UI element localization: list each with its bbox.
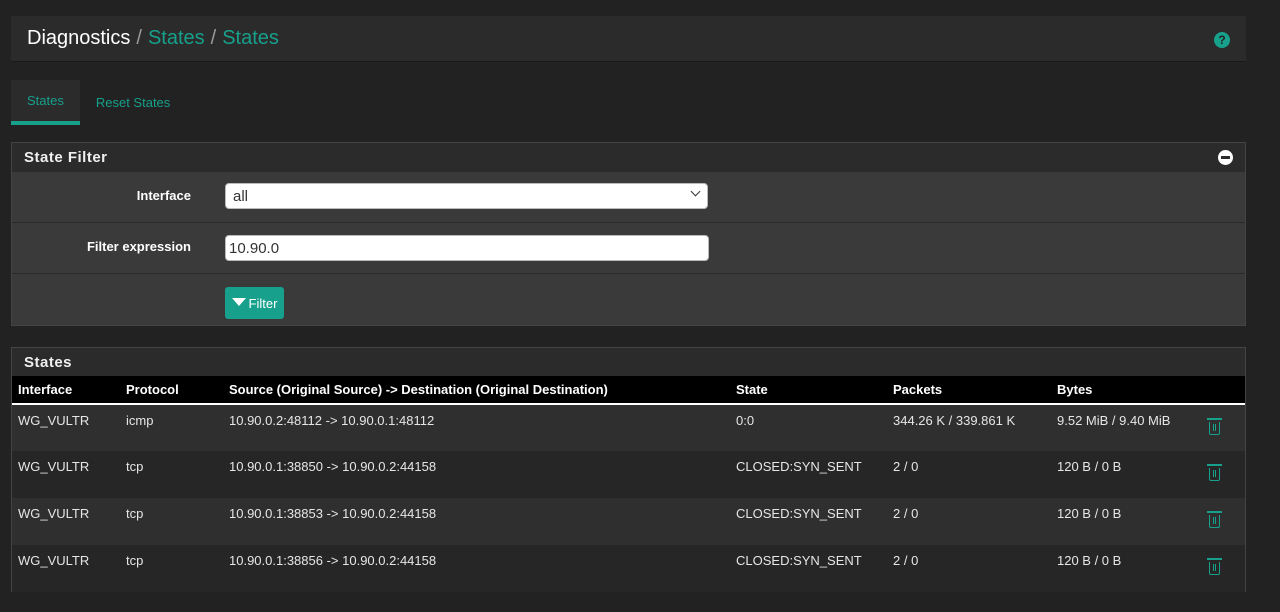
cell-state: CLOSED:SYN_SENT [730, 451, 887, 498]
state-filter-title: State Filter [12, 143, 1245, 171]
states-table: Interface Protocol Source (Original Sour… [12, 376, 1245, 592]
cell-packets: 2 / 0 [887, 545, 1051, 592]
filter-button-label: Filter [248, 295, 278, 311]
cell-bytes: 9.52 MiB / 9.40 MiB [1051, 404, 1201, 451]
chevron-down-icon [690, 186, 701, 197]
trash-icon[interactable] [1207, 418, 1222, 435]
tab-states[interactable]: States [11, 80, 80, 125]
table-header-row: Interface Protocol Source (Original Sour… [12, 376, 1245, 405]
table-row: WG_VULTR tcp 10.90.0.1:38853 -> 10.90.0.… [12, 498, 1245, 545]
interface-select-value: all [233, 188, 249, 205]
cell-packets: 344.26 K / 339.861 K [887, 404, 1051, 451]
states-panel: States Interface Protocol Source (Origin… [11, 347, 1246, 592]
cell-protocol: tcp [120, 451, 223, 498]
help-icon[interactable]: ? [1214, 32, 1230, 48]
breadcrumb-link-states-current[interactable]: States [222, 27, 279, 50]
funnel-icon [231, 298, 246, 306]
column-header-actions [1201, 376, 1245, 405]
column-header[interactable]: Bytes [1051, 376, 1201, 405]
cell-state: 0:0 [730, 404, 887, 451]
cell-bytes: 120 B / 0 B [1051, 498, 1201, 545]
cell-packets: 2 / 0 [887, 451, 1051, 498]
cell-protocol: tcp [120, 545, 223, 592]
column-header[interactable]: Protocol [120, 376, 223, 405]
interface-label: Interface [136, 188, 191, 203]
cell-interface: WG_VULTR [12, 451, 120, 498]
breadcrumb-separator: / [210, 27, 217, 49]
breadcrumb-separator: / [136, 27, 142, 49]
cell-state: CLOSED:SYN_SENT [730, 498, 887, 545]
cell-bytes: 120 B / 0 B [1051, 451, 1201, 498]
cell-interface: WG_VULTR [12, 498, 120, 545]
cell-actions [1201, 451, 1245, 498]
cell-actions [1201, 545, 1245, 592]
column-header[interactable]: Interface [12, 376, 120, 405]
cell-route: 10.90.0.1:38853 -> 10.90.0.2:44158 [223, 498, 730, 545]
states-panel-title: States [12, 348, 1245, 376]
tab-reset-states[interactable]: Reset States [80, 80, 186, 124]
tab-bar: States Reset States [11, 80, 186, 126]
table-row: WG_VULTR tcp 10.90.0.1:38856 -> 10.90.0.… [12, 545, 1245, 592]
filter-button-row: Filter [12, 273, 1245, 325]
cell-route: 10.90.0.1:38856 -> 10.90.0.2:44158 [223, 545, 730, 592]
trash-icon[interactable] [1207, 558, 1222, 575]
filter-expression-row: Filter expression 10.90.0 [12, 222, 1245, 273]
cell-route: 10.90.0.2:48112 -> 10.90.0.1:48112 [223, 404, 730, 451]
interface-select[interactable]: all [225, 183, 708, 209]
trash-icon[interactable] [1207, 511, 1222, 528]
cell-bytes: 120 B / 0 B [1051, 545, 1201, 592]
breadcrumb-link-states[interactable]: States [148, 27, 205, 50]
cell-interface: WG_VULTR [12, 545, 120, 592]
cell-actions [1201, 498, 1245, 545]
trash-icon[interactable] [1207, 464, 1222, 481]
cell-packets: 2 / 0 [887, 498, 1051, 545]
breadcrumb: Diagnostics / States / States ? [11, 16, 1246, 62]
breadcrumb-root: Diagnostics [27, 27, 131, 49]
filter-button[interactable]: Filter [225, 287, 284, 319]
cell-interface: WG_VULTR [12, 404, 120, 451]
cell-protocol: icmp [120, 404, 223, 451]
cell-actions [1201, 404, 1245, 451]
filter-expression-input[interactable]: 10.90.0 [225, 235, 709, 261]
cell-route: 10.90.0.1:38850 -> 10.90.0.2:44158 [223, 451, 730, 498]
table-row: WG_VULTR tcp 10.90.0.1:38850 -> 10.90.0.… [12, 451, 1245, 498]
collapse-icon[interactable] [1218, 150, 1233, 165]
column-header[interactable]: Packets [887, 376, 1051, 405]
filter-expression-label: Filter expression [86, 239, 191, 254]
interface-row: Interface all [12, 171, 1245, 222]
state-filter-panel: State Filter Interface all Filter expres… [11, 142, 1246, 326]
table-row: WG_VULTR icmp 10.90.0.2:48112 -> 10.90.0… [12, 404, 1245, 451]
column-header[interactable]: State [730, 376, 887, 405]
cell-protocol: tcp [120, 498, 223, 545]
cell-state: CLOSED:SYN_SENT [730, 545, 887, 592]
column-header[interactable]: Source (Original Source) -> Destination … [223, 376, 730, 405]
